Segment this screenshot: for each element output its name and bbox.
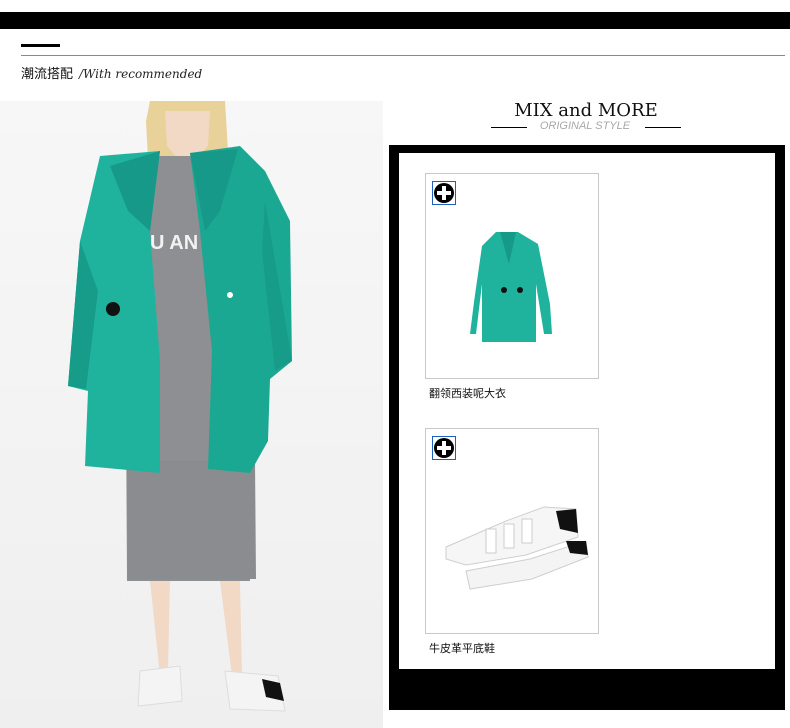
- header-divider: [21, 55, 785, 56]
- header-accent-bar: [21, 44, 60, 47]
- top-black-bar: [0, 12, 790, 29]
- mix-title: MIX and MORE: [514, 100, 658, 121]
- mix-line-right: [645, 127, 681, 128]
- product-list: 翻领西装呢大衣 牛皮革平底鞋: [399, 153, 775, 669]
- sneaker-image: [445, 506, 589, 590]
- product-frame: 翻领西装呢大衣 牛皮革平底鞋: [389, 145, 785, 710]
- section-title: 潮流搭配: [21, 67, 74, 82]
- product-name-coat[interactable]: 翻领西装呢大衣: [429, 385, 506, 401]
- section-subtitle: /With recommended: [79, 67, 203, 81]
- coat-image: [470, 232, 552, 342]
- model-illustration: U AN: [68, 101, 292, 712]
- product-card-coat[interactable]: [425, 173, 599, 379]
- mix-subtitle: ORIGINAL STYLE: [539, 120, 631, 132]
- product-name-sneaker[interactable]: 牛皮革平底鞋: [429, 640, 495, 656]
- model-photo: U AN: [0, 101, 383, 728]
- svg-text:U AN: U AN: [150, 232, 198, 254]
- mix-line-left: [491, 127, 527, 128]
- product-card-sneaker[interactable]: [425, 428, 599, 634]
- section-header: 潮流搭配/With recommended: [21, 63, 202, 82]
